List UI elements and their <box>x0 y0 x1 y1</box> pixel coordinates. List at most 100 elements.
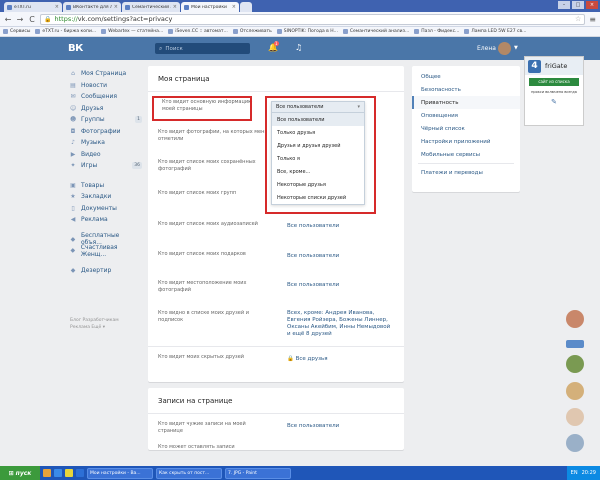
frigate-widget: 4 friGate сайт из списка прокси включено… <box>524 56 584 126</box>
minimize-button[interactable]: – <box>558 1 570 9</box>
sidebar-item-photos[interactable]: ◘ Фотографии <box>70 126 142 138</box>
vk-search-input[interactable]: ⌕ Поиск <box>155 43 250 54</box>
sidebar-item-app[interactable]: ◆ Счастливая Женщ... <box>70 244 142 258</box>
bookmark-item[interactable]: iSeven.CC :: автомат... <box>168 29 228 34</box>
clock[interactable]: 20:29 <box>582 470 596 476</box>
privacy-value-link[interactable]: Всех, кроме: Андрея Иванова, Евгения Рой… <box>287 310 395 338</box>
footer-links[interactable]: Блог Разработчикам Реклама Ещё ▾ <box>70 317 142 331</box>
privacy-value-link[interactable]: Все пользователи <box>287 423 339 430</box>
bookmark-item[interactable]: eTXT.ru - биржа копи... <box>35 29 96 34</box>
megaphone-icon: ◀ <box>70 216 76 224</box>
tab-close-icon[interactable]: × <box>232 4 236 10</box>
pin-icon[interactable]: ✎ <box>525 98 583 106</box>
vk-logo[interactable]: ВК <box>68 43 83 54</box>
frigate-site-button[interactable]: сайт из списка <box>529 78 579 86</box>
settings-tab-privacy[interactable]: Приватность <box>412 96 520 109</box>
quicklaunch-icon[interactable] <box>43 469 51 477</box>
sidebar-item-video[interactable]: ▶ Видео <box>70 149 142 161</box>
settings-tab-mobile[interactable]: Мобильные сервисы <box>412 148 520 161</box>
settings-tab-payments[interactable]: Платежи и переводы <box>412 166 520 179</box>
bookmark-item[interactable]: Семантический анализ... <box>342 29 409 34</box>
sidebar-item-music[interactable]: ♪ Музыка <box>70 137 142 149</box>
new-tab-button[interactable] <box>240 2 252 12</box>
start-button[interactable]: ⊞ пуск <box>0 466 40 480</box>
quicklaunch-icon[interactable] <box>65 469 73 477</box>
browser-tab-active[interactable]: Мои настройки × <box>181 2 239 12</box>
forward-button[interactable]: → <box>16 15 24 24</box>
quicklaunch-icon[interactable] <box>54 469 62 477</box>
sidebar-item-news[interactable]: ▤ Новости <box>70 80 142 92</box>
dropdown-option[interactable]: Все пользователи <box>272 113 364 126</box>
sidebar-item-goods[interactable]: ▣ Товары <box>70 180 142 192</box>
privacy-value-link[interactable]: 🔒 Все друзья <box>287 356 328 363</box>
browser-tab[interactable]: Семантический анализ текста× <box>122 2 180 12</box>
settings-tab-security[interactable]: Безопасность <box>412 83 520 96</box>
privacy-row-label: Кто видит список моих сохранённых фотогр… <box>158 159 256 172</box>
dropdown-option[interactable]: Только я <box>272 152 364 165</box>
close-window-button[interactable]: × <box>586 1 598 9</box>
bookmark-item[interactable]: Отслеживать <box>232 29 272 34</box>
reload-button[interactable]: C <box>28 15 36 24</box>
bookmark-item[interactable]: Пазл - Фидекс... <box>414 29 459 34</box>
favicon-icon <box>184 4 189 10</box>
url-input[interactable]: 🔒 https://vk.com/settings?act=privacy ☆ <box>40 13 586 25</box>
sidebar-item-ads[interactable]: ◀ Реклама <box>70 214 142 226</box>
count-badge: 36 <box>132 162 142 170</box>
dropdown-option[interactable]: Только друзья <box>272 126 364 139</box>
taskbar-task[interactable]: 7. JPG - Paint <box>225 467 291 479</box>
dropdown-option[interactable]: Все, кроме... <box>272 165 364 178</box>
dropdown-selected[interactable]: Все пользователи ▾ <box>272 102 364 113</box>
settings-tab-general[interactable]: Общее <box>412 70 520 83</box>
apps-icon <box>3 29 8 34</box>
sidebar-item-friends[interactable]: ☺ Друзья <box>70 103 142 115</box>
user-name[interactable]: Елена <box>477 45 496 52</box>
taskbar-task[interactable]: Мои настройки - Ва... <box>87 467 153 479</box>
sidebar-item-app[interactable]: ◆ Дезертир <box>70 265 142 277</box>
browser-menu-icon[interactable]: ≡ <box>589 15 596 24</box>
chat-avatar[interactable] <box>566 382 584 400</box>
bookmark-item[interactable]: SINOPTIK: Погода в Н... <box>276 29 338 34</box>
tab-close-icon[interactable]: × <box>55 4 59 10</box>
chat-badge[interactable] <box>566 340 584 348</box>
bookmark-item[interactable]: Сервисы <box>3 29 30 34</box>
message-icon: ✉ <box>70 93 76 101</box>
privacy-value-link[interactable]: Все пользователи <box>287 223 339 230</box>
sidebar-item-documents[interactable]: ▯ Документы <box>70 203 142 215</box>
bookmark-star-icon[interactable]: ☆ <box>575 15 581 23</box>
music-note-icon[interactable]: ♫ <box>295 43 302 52</box>
back-button[interactable]: ← <box>4 15 12 24</box>
tab-close-icon[interactable]: × <box>114 4 118 10</box>
sidebar-item-bookmarks[interactable]: ★ Закладки <box>70 191 142 203</box>
dropdown-option[interactable]: Друзья и друзья друзей <box>272 139 364 152</box>
browser-tab[interactable]: ВКонтакте для любознательных× <box>63 2 121 12</box>
settings-tab-apps[interactable]: Настройки приложений <box>412 135 520 148</box>
chat-avatar[interactable] <box>566 434 584 452</box>
privacy-row-label: Кто видит список моих аудиозаписей <box>158 221 258 227</box>
dropdown-option[interactable]: Некоторые списки друзей <box>272 191 364 204</box>
sidebar-item-messages[interactable]: ✉ Сообщения <box>70 91 142 103</box>
sidebar-item-games[interactable]: ✦ Игры 36 <box>70 160 142 172</box>
chevron-down-icon[interactable]: ▼ <box>514 45 518 51</box>
language-indicator[interactable]: EN <box>571 470 578 476</box>
chat-avatar[interactable] <box>566 408 584 426</box>
taskbar-task[interactable]: Как скрыть от пост... <box>156 467 222 479</box>
privacy-row-label: Кто видит список моих групп <box>158 190 237 196</box>
doc-icon: ▯ <box>71 204 75 212</box>
bookmark-item[interactable]: Webartex — статейна... <box>101 29 163 34</box>
sidebar-item-groups[interactable]: ☻ Группы 1 <box>70 114 142 126</box>
privacy-value-link[interactable]: Все пользователи <box>287 253 339 260</box>
privacy-dropdown[interactable]: Все пользователи ▾ Все пользователи Тольк… <box>271 101 365 205</box>
browser-tab[interactable]: eTXT.ru × <box>4 2 62 12</box>
dropdown-option[interactable]: Некоторые друзья <box>272 178 364 191</box>
chat-avatar[interactable] <box>566 355 584 373</box>
settings-tab-notifications[interactable]: Оповещения <box>412 109 520 122</box>
sidebar-item-my-page[interactable]: ⌂ Моя Страница <box>70 68 142 80</box>
settings-tab-blacklist[interactable]: Чёрный список <box>412 122 520 135</box>
bookmark-item[interactable]: Лампа LED 5W E27 св... <box>464 29 526 34</box>
chat-avatar[interactable] <box>566 310 584 328</box>
tab-close-icon[interactable]: × <box>173 4 177 10</box>
quicklaunch-icon[interactable] <box>76 469 84 477</box>
maximize-button[interactable]: □ <box>572 1 584 9</box>
avatar[interactable] <box>498 42 511 55</box>
privacy-value-link[interactable]: Все пользователи <box>287 282 339 289</box>
